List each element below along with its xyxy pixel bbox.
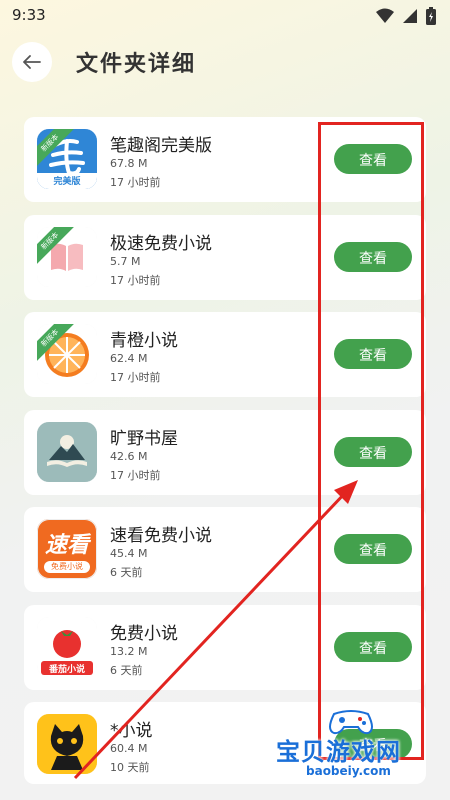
app-icon-sukan: 速看 免费小说 bbox=[37, 519, 97, 579]
watermark-url: baobeiy.com bbox=[306, 764, 391, 778]
app-icon-qingcheng: 新版本 bbox=[37, 324, 97, 384]
app-time: 17 小时前 bbox=[110, 371, 161, 384]
highlight-box bbox=[318, 122, 424, 760]
app-name: 笔趣阁完美版 bbox=[110, 136, 212, 156]
app-name: 速看免费小说 bbox=[110, 526, 212, 546]
app-time: 6 天前 bbox=[110, 663, 143, 677]
icon-caption: 免费小说 bbox=[44, 561, 90, 573]
app-size: 5.7 M bbox=[110, 254, 141, 268]
app-icon-jisu: 新版本 bbox=[37, 226, 97, 287]
app-icon-kuangye bbox=[37, 421, 97, 482]
status-icons bbox=[376, 7, 436, 25]
arrow-left-icon bbox=[23, 55, 41, 69]
wifi-icon bbox=[376, 8, 394, 23]
app-name: 青橙小说 bbox=[110, 331, 178, 351]
app-icon-cat bbox=[37, 714, 97, 774]
watermark: 宝贝游戏网 baobeiy.com bbox=[276, 702, 426, 782]
app-size: 60.4 M bbox=[110, 742, 148, 755]
watermark-text: 宝贝游戏网 bbox=[276, 738, 401, 766]
app-size: 62.4 M bbox=[110, 352, 148, 365]
app-size: 42.6 M bbox=[110, 449, 148, 463]
icon-title: 速看 bbox=[44, 533, 89, 558]
app-name: 旷野书屋 bbox=[110, 428, 178, 449]
back-button[interactable] bbox=[12, 42, 52, 82]
app-name: 免费小说 bbox=[110, 623, 178, 644]
status-time: 9:33 bbox=[12, 6, 46, 24]
app-size: 45.4 M bbox=[110, 547, 148, 560]
icon-caption: 完美版 bbox=[53, 177, 81, 187]
app-time: 17 小时前 bbox=[110, 468, 161, 482]
app-size: 13.2 M bbox=[110, 644, 148, 658]
app-time: 10 天前 bbox=[110, 761, 150, 774]
signal-icon bbox=[403, 9, 417, 23]
header: 文件夹详细 bbox=[0, 32, 450, 96]
battery-icon bbox=[426, 7, 436, 25]
app-name: 极速免费小说 bbox=[110, 233, 212, 254]
landscape-book-icon bbox=[37, 421, 97, 482]
app-time: 17 小时前 bbox=[110, 176, 161, 189]
app-icon-biquge: 完美版 新版本 bbox=[37, 129, 97, 189]
app-size: 67.8 M bbox=[110, 157, 148, 170]
app-time: 17 小时前 bbox=[110, 273, 161, 287]
page-title: 文件夹详细 bbox=[76, 52, 197, 77]
app-name: *小说 bbox=[110, 721, 153, 741]
app-icon-fanqie: 番茄小说 bbox=[37, 616, 97, 677]
status-bar: 9:33 bbox=[0, 0, 450, 32]
cat-icon bbox=[37, 714, 97, 774]
app-time: 6 天前 bbox=[110, 566, 143, 579]
icon-caption: 番茄小说 bbox=[48, 664, 85, 675]
